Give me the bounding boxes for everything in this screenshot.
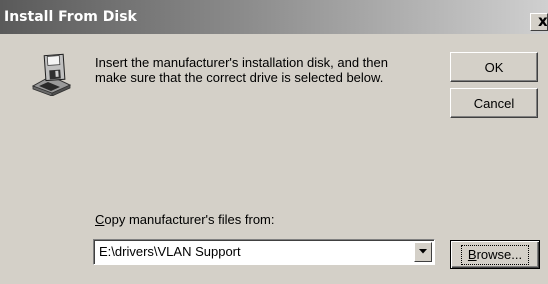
close-button[interactable]: x [530, 13, 548, 31]
cancel-button[interactable]: Cancel [450, 88, 538, 118]
close-icon: x [538, 13, 548, 30]
copy-from-combobox[interactable]: E:\drivers\VLAN Support [93, 239, 435, 265]
instruction-line-2: make sure that the correct drive is sele… [95, 70, 384, 85]
instruction-line-1: Insert the manufacturer's installation d… [95, 55, 388, 70]
copy-from-label: Copy manufacturer's files from: [95, 212, 275, 227]
instruction-message: Insert the manufacturer's installation d… [95, 55, 425, 85]
copy-from-label-text: opy manufacturer's files from: [104, 212, 275, 227]
browse-button[interactable]: Browse... [450, 240, 540, 269]
copy-from-label-mnemonic: C [95, 212, 105, 227]
ok-button[interactable]: OK [450, 52, 538, 82]
browse-label-text: rowse... [476, 246, 523, 262]
triangle-down-icon [419, 249, 427, 254]
dropdown-button[interactable] [414, 242, 432, 262]
browse-mnemonic: B [467, 246, 477, 262]
copy-from-path-value[interactable]: E:\drivers\VLAN Support [99, 244, 241, 259]
floppy-disk-drive-icon [31, 53, 72, 96]
cancel-button-label: Cancel [473, 95, 515, 111]
browse-button-label: Browse... [460, 244, 530, 265]
window-title: Install From Disk [4, 9, 137, 25]
title-bar[interactable]: Install From Disk x [0, 0, 548, 34]
install-from-disk-dialog: Install From Disk x Insert the manufactu… [0, 0, 548, 284]
ok-button-label: OK [484, 59, 504, 75]
